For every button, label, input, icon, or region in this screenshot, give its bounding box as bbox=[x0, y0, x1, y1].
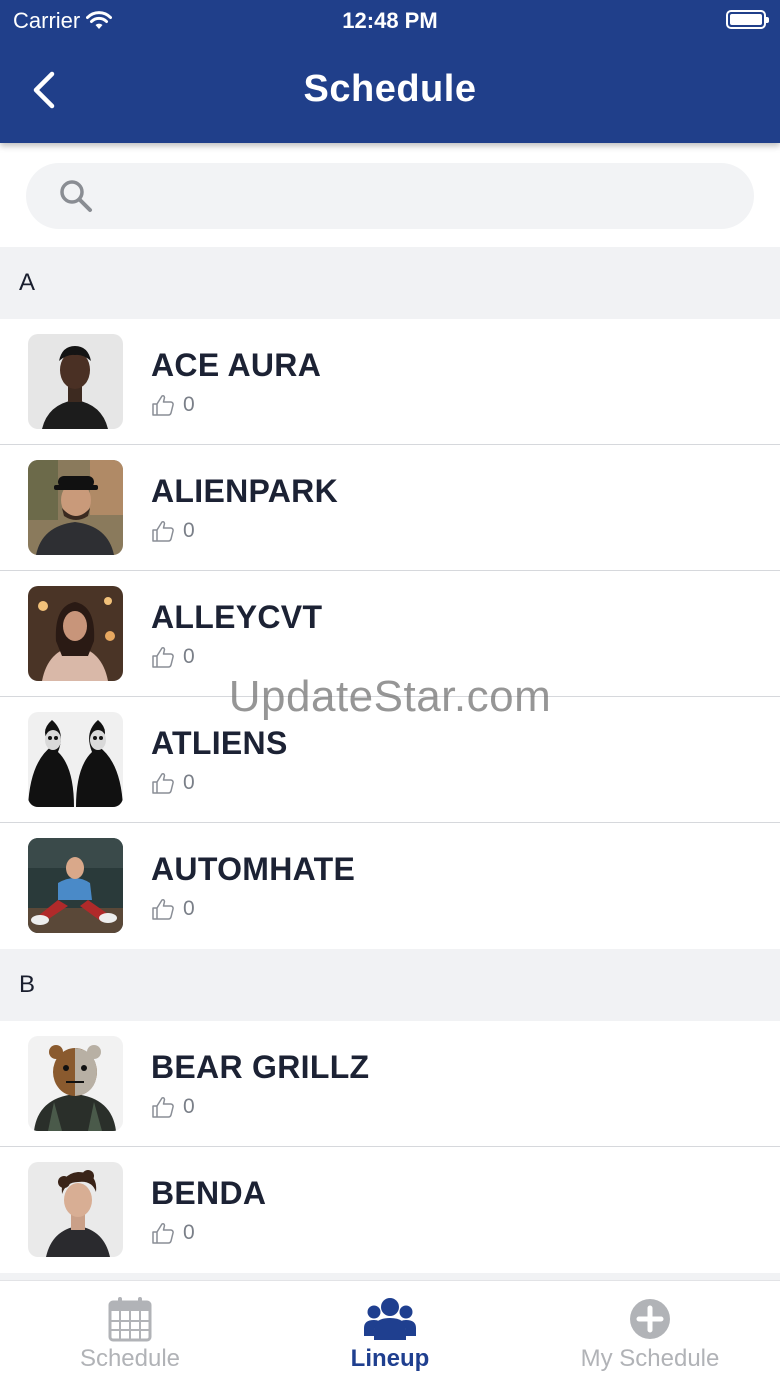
tab-my-schedule[interactable]: My Schedule bbox=[550, 1281, 750, 1387]
like-count-value: 0 bbox=[183, 1221, 195, 1244]
tab-lineup[interactable]: Lineup bbox=[290, 1281, 490, 1387]
like-count-value: 0 bbox=[183, 645, 195, 668]
thumbs-up-icon bbox=[152, 1096, 174, 1118]
battery-icon bbox=[726, 10, 769, 29]
artist-avatar bbox=[28, 712, 123, 807]
like-count[interactable]: 0 bbox=[151, 897, 195, 921]
watermark: UpdateStar.com bbox=[228, 672, 552, 721]
section-letter: B bbox=[19, 971, 36, 998]
tab-label: Lineup bbox=[350, 1345, 430, 1372]
artist-row-ace-aura[interactable]: ACE AURA 0 bbox=[0, 319, 780, 445]
like-count[interactable]: 0 bbox=[151, 393, 195, 417]
like-count-value: 0 bbox=[183, 393, 195, 416]
artist-name: AUTOMHATE bbox=[151, 851, 356, 887]
tab-bar: Schedule Lineup My Schedule bbox=[0, 1280, 780, 1387]
tab-label: My Schedule bbox=[580, 1345, 720, 1372]
artist-avatar bbox=[28, 586, 123, 681]
artist-name: BEAR GRILLZ bbox=[151, 1049, 370, 1085]
like-count-value: 0 bbox=[183, 897, 195, 920]
status-time: 12:48 PM bbox=[342, 8, 438, 33]
thumbs-up-icon bbox=[152, 646, 174, 668]
like-count-value: 0 bbox=[183, 1095, 195, 1118]
thumbs-up-icon bbox=[152, 520, 174, 542]
tab-label: Schedule bbox=[79, 1345, 181, 1372]
like-count[interactable]: 0 bbox=[151, 1221, 195, 1245]
search-icon bbox=[60, 180, 92, 212]
like-count[interactable]: 0 bbox=[151, 771, 195, 795]
thumbs-up-icon bbox=[152, 898, 174, 920]
search-input[interactable] bbox=[106, 163, 726, 229]
artist-row-benda[interactable]: BENDA 0 bbox=[0, 1147, 780, 1273]
search-bar[interactable] bbox=[26, 163, 754, 229]
page-title: Schedule bbox=[303, 68, 477, 110]
tab-schedule[interactable]: Schedule bbox=[30, 1281, 230, 1387]
artist-name: ALLEYCVT bbox=[151, 599, 323, 635]
section-letter: A bbox=[19, 269, 36, 296]
like-count[interactable]: 0 bbox=[151, 1095, 195, 1119]
like-count[interactable]: 0 bbox=[151, 519, 195, 543]
thumbs-up-icon bbox=[152, 772, 174, 794]
artist-avatar bbox=[28, 838, 123, 933]
artist-name: ALIENPARK bbox=[151, 473, 338, 509]
section-header-b: B bbox=[0, 949, 780, 1021]
search-bar-container bbox=[0, 143, 780, 247]
artist-row-alienpark[interactable]: ALIENPARK 0 bbox=[0, 445, 780, 571]
artist-row-automhate[interactable]: AUTOMHATE 0 bbox=[0, 823, 780, 949]
artist-avatar bbox=[28, 334, 123, 429]
artist-name: BENDA bbox=[151, 1175, 267, 1211]
artist-avatar bbox=[28, 1036, 123, 1131]
section-header-a: A bbox=[0, 247, 780, 319]
like-count-value: 0 bbox=[183, 771, 195, 794]
plus-circle-icon bbox=[630, 1299, 670, 1339]
group-icon bbox=[364, 1298, 416, 1340]
calendar-icon bbox=[108, 1297, 152, 1342]
thumbs-up-icon bbox=[152, 394, 174, 416]
like-count[interactable]: 0 bbox=[151, 645, 195, 669]
thumbs-up-icon bbox=[152, 1222, 174, 1244]
artist-name: ACE AURA bbox=[151, 347, 322, 383]
artist-avatar bbox=[28, 1162, 123, 1257]
artist-name: ATLIENS bbox=[151, 725, 288, 761]
status-bar: Carrier 12:48 PM bbox=[0, 0, 780, 40]
like-count-value: 0 bbox=[183, 519, 195, 542]
artist-row-bear-grillz[interactable]: BEAR GRILLZ 0 bbox=[0, 1021, 780, 1147]
artist-avatar bbox=[28, 460, 123, 555]
app-header: Carrier 12:48 PM Schedule bbox=[0, 0, 780, 143]
